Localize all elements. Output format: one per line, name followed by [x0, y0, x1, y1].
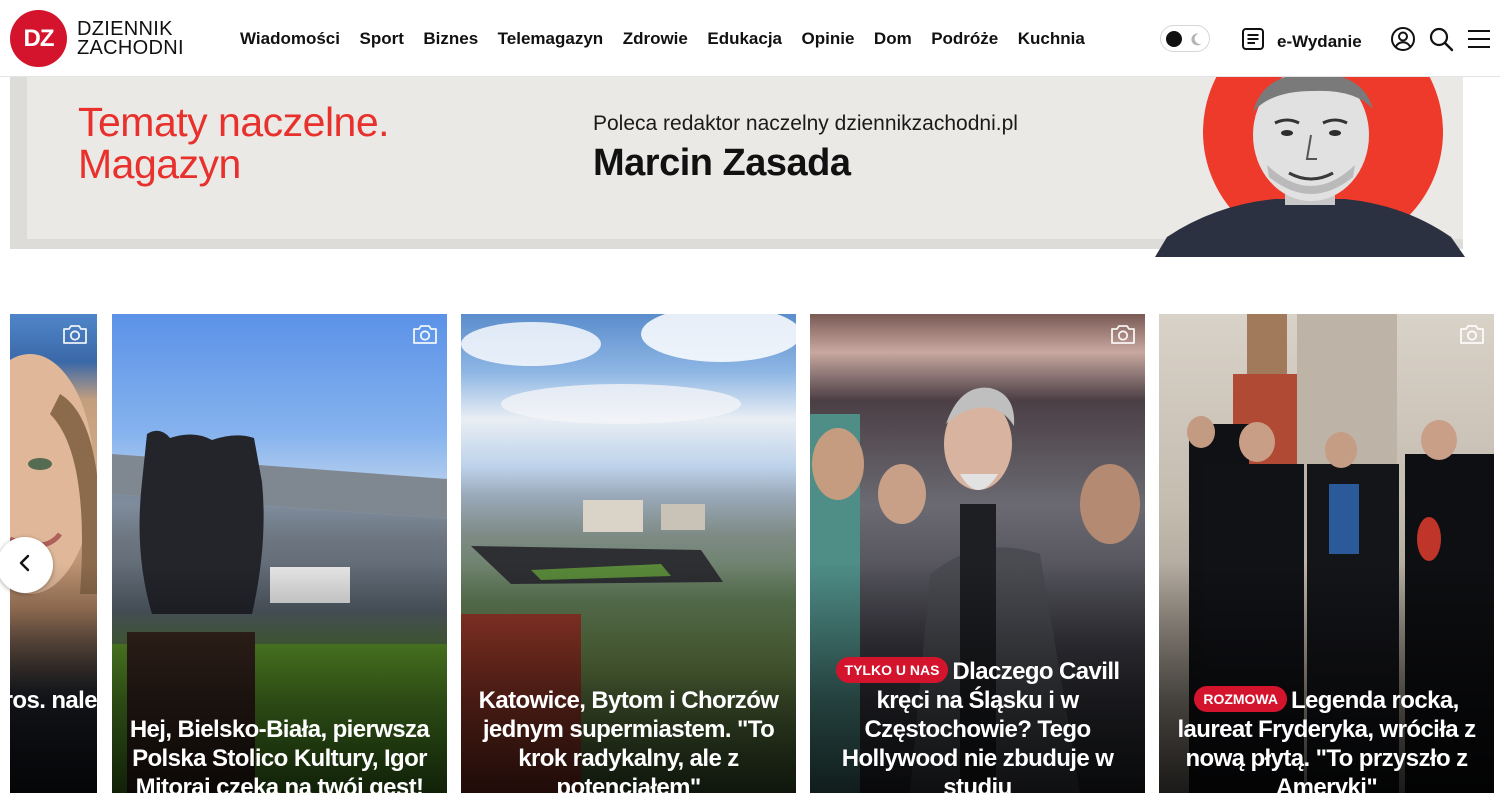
card-gradient [10, 563, 97, 793]
theme-toggle[interactable] [1160, 25, 1210, 52]
logo-badge: DZ [10, 10, 67, 67]
exclusive-badge: TYLKO U NAS [835, 657, 949, 683]
camera-icon [1109, 322, 1137, 346]
nav-item-kuchnia[interactable]: Kuchnia [1018, 29, 1085, 49]
chevron-left-icon [17, 553, 33, 578]
menu-icon[interactable] [1466, 26, 1492, 52]
newspaper-icon [1240, 26, 1266, 57]
nav-item-wiadomosci[interactable]: Wiadomości [240, 29, 340, 49]
site-header: DZ DZIENNIK ZACHODNI Wiadomości Sport Bi… [0, 0, 1500, 77]
article-title[interactable]: ROZMOWA Legenda rocka, laureat Fryderyka,… [1171, 686, 1482, 793]
nav-item-zdrowie[interactable]: Zdrowie [623, 29, 688, 49]
nav-item-podroze[interactable]: Podróże [931, 29, 998, 49]
site-logo[interactable]: DZ DZIENNIK ZACHODNI [10, 10, 184, 67]
interview-badge: ROZMOWA [1194, 686, 1287, 712]
main-nav: Wiadomości Sport Biznes Telemagazyn Zdro… [240, 29, 1104, 49]
article-title[interactable]: Katowice, Bytom i Chorzów jednym supermi… [473, 686, 784, 793]
banner-title-line-1: Tematy naczelne. [78, 99, 390, 145]
article-card[interactable]: Hej, Bielsko-Biała, pierwsza Polska Stol… [112, 314, 447, 793]
article-card[interactable]: Katowice, Bytom i Chorzów jednym supermi… [461, 314, 796, 793]
nav-item-telemagazyn[interactable]: Telemagazyn [498, 29, 604, 49]
logo-text: DZIENNIK ZACHODNI [77, 19, 184, 59]
user-icon[interactable] [1390, 26, 1416, 52]
article-title[interactable]: Hej, Bielsko-Biała, pierwsza Polska Stol… [124, 715, 435, 793]
article-card[interactable]: TYLKO U NAS Dlaczego Cavill kręci na Śląs… [810, 314, 1145, 793]
banner-subtitle: Poleca redaktor naczelny dziennikzachodn… [593, 112, 1018, 135]
camera-icon [411, 322, 439, 346]
nav-item-edukacja[interactable]: Edukacja [707, 29, 782, 49]
moon-icon [1188, 31, 1204, 47]
e-edition-link[interactable]: e-Wydanie [1240, 26, 1362, 57]
search-icon[interactable] [1428, 26, 1454, 52]
nav-item-biznes[interactable]: Biznes [423, 29, 478, 49]
e-edition-label: e-Wydanie [1277, 31, 1362, 51]
article-title[interactable]: yła o arros. nale [10, 686, 97, 715]
logo-line-2: ZACHODNI [77, 36, 184, 59]
banner-title-line-2: Magazyn [78, 141, 241, 187]
editor-portrait [1155, 69, 1465, 257]
banner-editor-name: Marcin Zasada [593, 142, 851, 184]
banner-title: Tematy naczelne. Magazyn [78, 99, 390, 187]
nav-item-sport[interactable]: Sport [359, 29, 403, 49]
camera-icon [1458, 322, 1486, 346]
nav-item-opinie[interactable]: Opinie [802, 29, 855, 49]
nav-item-dom[interactable]: Dom [874, 29, 912, 49]
article-title[interactable]: TYLKO U NAS Dlaczego Cavill kręci na Śląs… [822, 657, 1133, 793]
light-mode-dot-icon [1166, 30, 1182, 47]
camera-icon [61, 322, 89, 346]
article-card[interactable]: ROZMOWA Legenda rocka, laureat Fryderyka,… [1159, 314, 1494, 793]
